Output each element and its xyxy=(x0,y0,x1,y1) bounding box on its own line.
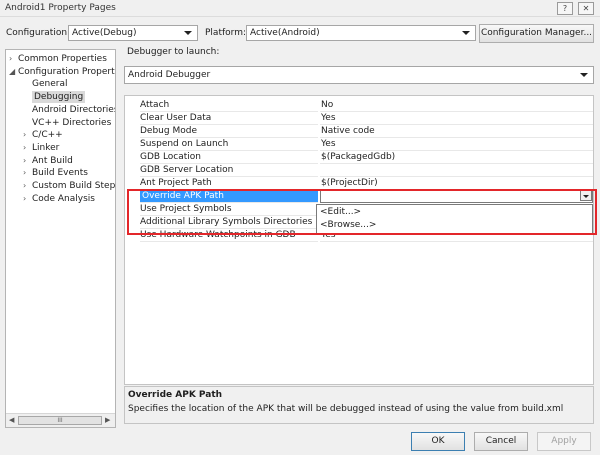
scrollbar-thumb[interactable]: III xyxy=(18,416,102,425)
tree-item[interactable]: › Common Properties xyxy=(9,53,107,65)
tree-item-label: General xyxy=(32,79,68,90)
tree-item[interactable]: Android Directories xyxy=(32,104,116,116)
apply-button[interactable]: Apply xyxy=(537,432,591,451)
chevron-down-icon xyxy=(462,31,470,35)
property-value: Native code xyxy=(320,125,593,138)
tree-item-label: Linker xyxy=(32,142,60,153)
property-value: Yes xyxy=(320,112,593,125)
property-name: Clear User Data xyxy=(140,112,318,125)
property-value: Yes xyxy=(320,138,593,151)
navigation-tree: › Common Properties ◢ Configuration Propert… xyxy=(5,49,116,428)
description-title: Override APK Path xyxy=(128,390,223,400)
configuration-manager-button[interactable]: Configuration Manager... xyxy=(479,24,594,43)
property-grid: Attach No Clear User Data Yes Debug Mode Nati… xyxy=(124,95,594,385)
tree-item-label: Build Events xyxy=(32,168,88,179)
tree-item[interactable]: › Code Analysis xyxy=(23,193,95,205)
help-button[interactable]: ? xyxy=(557,2,573,15)
title-bar: Android1 Property Pages ? ✕ xyxy=(0,0,600,17)
property-row[interactable]: Suspend on Launch Yes xyxy=(125,138,593,151)
highlight-box xyxy=(127,189,597,235)
scroll-right-icon[interactable]: ▶ xyxy=(105,416,110,424)
tree-item[interactable]: › Custom Build Step xyxy=(23,180,115,192)
tree-item[interactable]: Debugging xyxy=(32,91,86,104)
tree-item[interactable]: › Ant Build xyxy=(23,155,73,167)
description-text: Specifies the location of the APK that w… xyxy=(128,404,564,414)
property-name: GDB Server Location xyxy=(140,164,318,177)
configuration-select[interactable]: Active(Debug) xyxy=(68,25,198,41)
close-button[interactable]: ✕ xyxy=(578,2,594,15)
property-row[interactable]: Attach No xyxy=(125,99,593,112)
tree-item[interactable]: › Linker xyxy=(23,142,59,154)
chevron-down-icon xyxy=(184,31,192,35)
chevron-expanded-icon[interactable]: ◢ xyxy=(9,66,18,78)
chevron-right-icon[interactable]: › xyxy=(23,155,32,167)
chevron-down-icon xyxy=(580,73,588,77)
tree-item[interactable]: › Build Events xyxy=(23,167,88,179)
tree-item-label: VC++ Directories xyxy=(32,117,112,128)
description-pane: Override APK Path Specifies the location… xyxy=(124,386,594,424)
property-name: Attach xyxy=(140,99,318,112)
property-row[interactable]: GDB Server Location xyxy=(125,164,593,177)
chevron-right-icon[interactable]: › xyxy=(23,167,32,179)
tree-item[interactable]: › C/C++ xyxy=(23,129,63,141)
cancel-button[interactable]: Cancel xyxy=(474,432,528,451)
close-icon: ✕ xyxy=(582,4,590,13)
property-value: $(PackagedGdb) xyxy=(320,151,593,164)
tree-item-label: Common Properties xyxy=(18,54,107,64)
window-title: Android1 Property Pages xyxy=(5,3,116,13)
platform-label: Platform: xyxy=(205,28,246,38)
configuration-label: Configuration: xyxy=(6,28,71,38)
property-row[interactable]: Clear User Data Yes xyxy=(125,112,593,125)
tree-item-label: Ant Build xyxy=(32,155,73,166)
platform-select[interactable]: Active(Android) xyxy=(246,25,476,41)
property-row[interactable]: Debug Mode Native code xyxy=(125,125,593,138)
chevron-right-icon[interactable]: › xyxy=(9,53,18,65)
tree-horizontal-scrollbar[interactable]: ◀ III ▶ xyxy=(6,413,115,427)
tree-item-label: Android Directories xyxy=(32,104,116,115)
tree-item-label: Custom Build Step xyxy=(32,181,116,191)
tree-item[interactable]: VC++ Directories xyxy=(32,117,111,129)
help-icon: ? xyxy=(562,4,568,13)
debugger-value: Android Debugger xyxy=(128,70,211,80)
property-name: GDB Location xyxy=(140,151,318,164)
property-value xyxy=(320,164,593,177)
debugger-label: Debugger to launch: xyxy=(127,47,220,57)
tree-item-label: Code Analysis xyxy=(32,193,95,204)
tree-item-label: Configuration Properties xyxy=(18,66,115,77)
tree-item[interactable]: ◢Configuration Properties xyxy=(9,66,115,78)
chevron-right-icon[interactable]: › xyxy=(23,180,32,192)
tree-item[interactable]: General xyxy=(32,78,67,90)
chevron-right-icon[interactable]: › xyxy=(23,193,32,205)
property-row[interactable]: GDB Location $(PackagedGdb) xyxy=(125,151,593,164)
property-name: Debug Mode xyxy=(140,125,318,138)
chevron-right-icon[interactable]: › xyxy=(23,142,32,154)
configuration-value: Active(Debug) xyxy=(72,28,137,38)
ok-button[interactable]: OK xyxy=(411,432,465,451)
property-name: Suspend on Launch xyxy=(140,138,318,151)
debugger-select[interactable]: Android Debugger xyxy=(124,66,594,84)
tree-item-label: Debugging xyxy=(34,92,84,103)
tree-item-label: C/C++ xyxy=(32,130,63,141)
chevron-right-icon[interactable]: › xyxy=(23,129,32,141)
platform-value: Active(Android) xyxy=(250,28,320,38)
property-value: No xyxy=(320,99,593,112)
scroll-left-icon[interactable]: ◀ xyxy=(9,416,14,424)
